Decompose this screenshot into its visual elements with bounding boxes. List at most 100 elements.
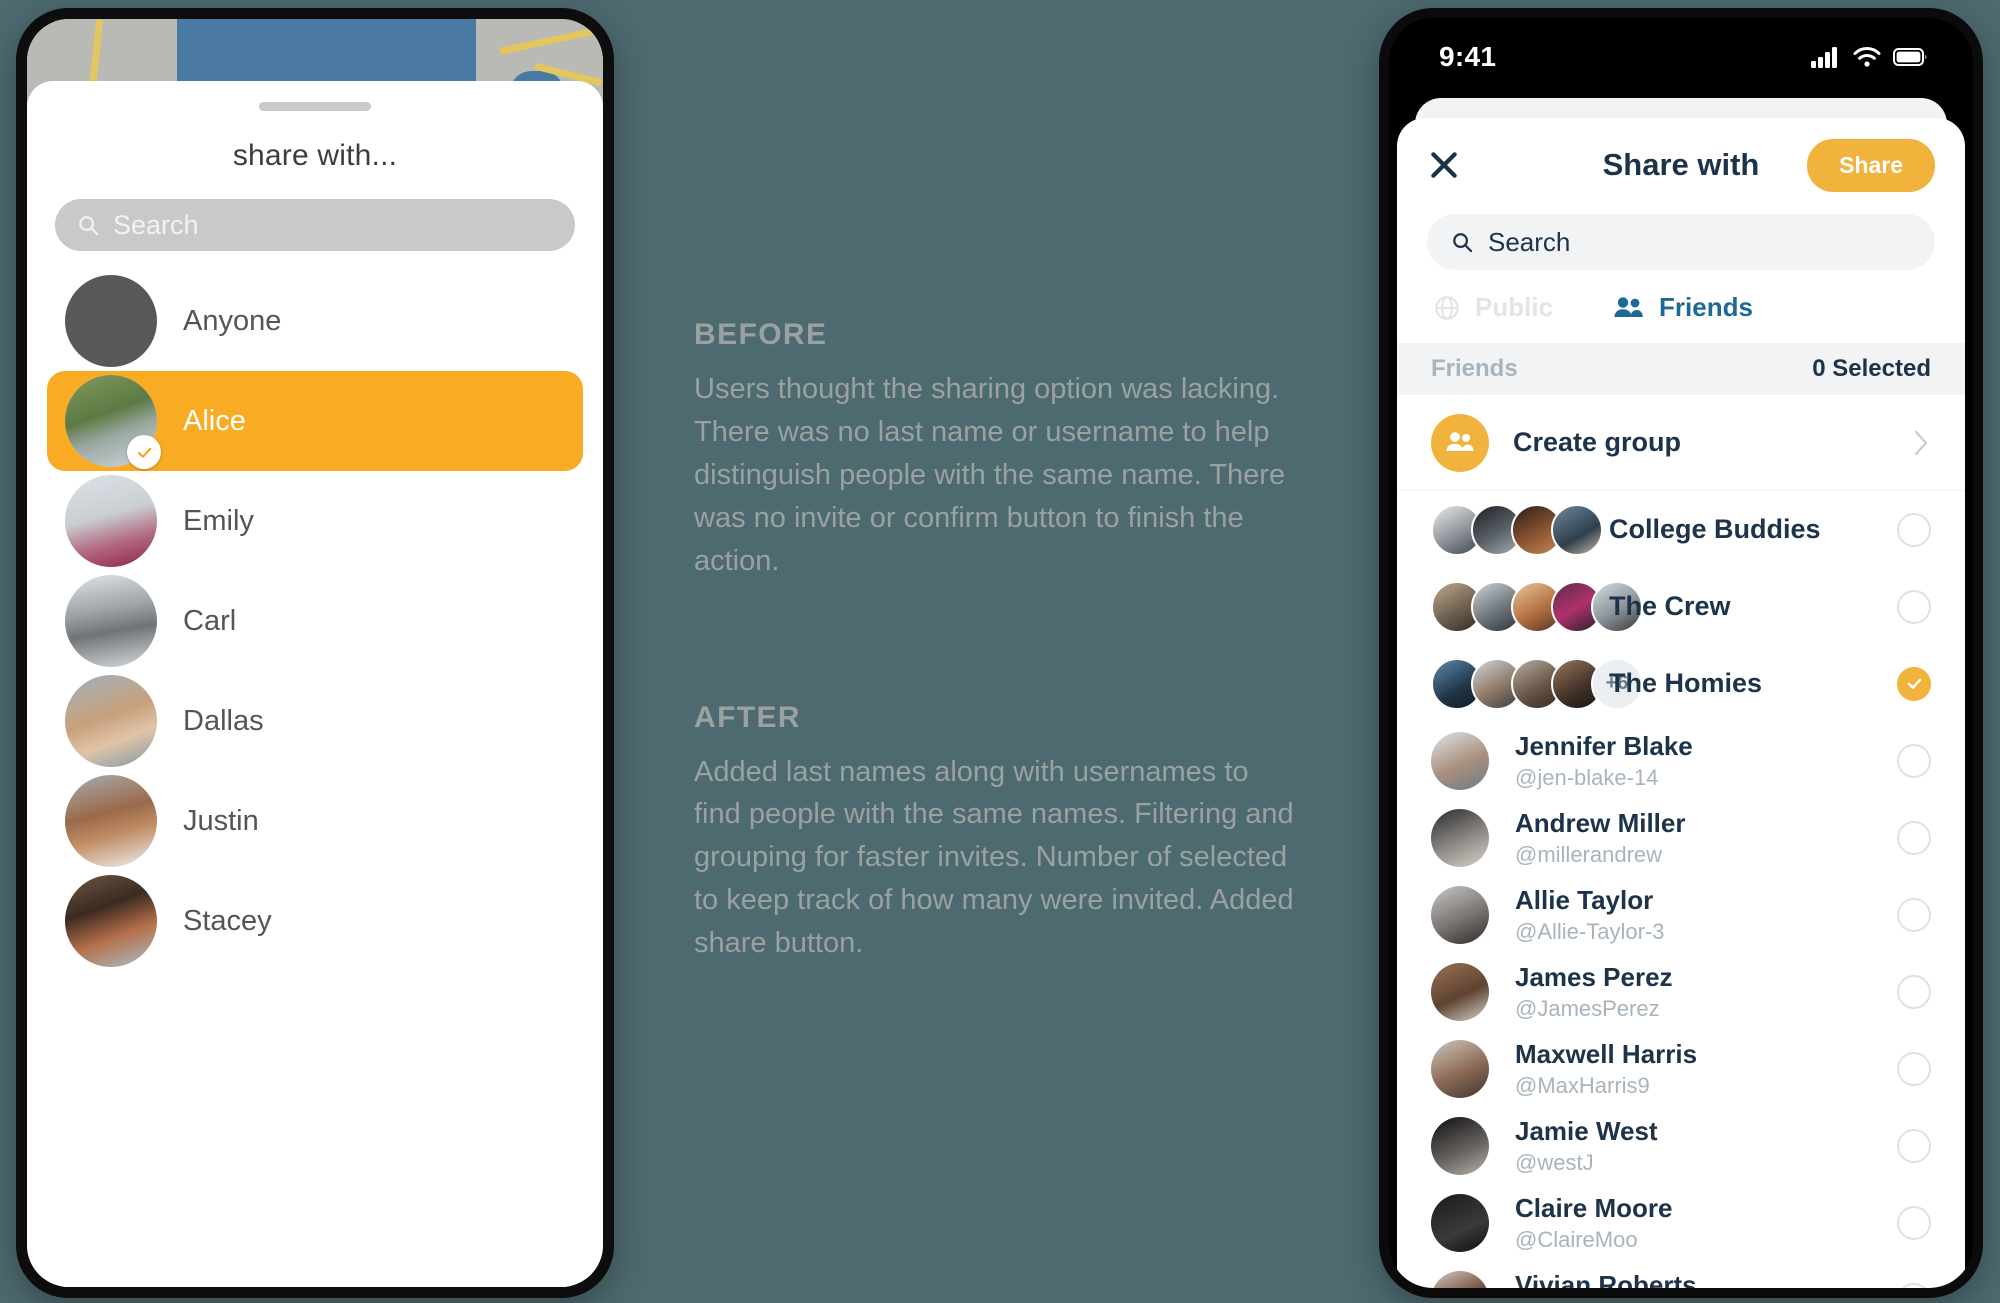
people-icon: [1614, 296, 1643, 317]
list-item[interactable]: Justin: [37, 771, 593, 871]
avatar: [1431, 1116, 1489, 1175]
tab-friends-label: Friends: [1659, 292, 1753, 322]
check-icon: [1907, 678, 1921, 689]
avatar: [1431, 1193, 1489, 1252]
select-radio[interactable]: [1897, 974, 1931, 1009]
avatar: [1551, 503, 1603, 556]
group-name: The Crew: [1609, 591, 1731, 621]
filter-tabs: Public Friends: [1397, 270, 1965, 343]
group-add-glyph: [1446, 431, 1474, 451]
select-radio[interactable]: [1897, 1282, 1931, 1288]
avatar-stack: [1431, 580, 1643, 633]
list-item[interactable]: Alice: [47, 371, 583, 471]
avatar-stack: +6: [1431, 657, 1643, 710]
avatar: [1431, 1039, 1489, 1098]
list-item-label: Stacey: [183, 904, 272, 937]
friend-username: @westJ: [1515, 1149, 1594, 1175]
after-phone-frame: 9:41 Share with Share Search Public Frie…: [1379, 8, 1983, 1298]
friend-row[interactable]: Andrew Miller @millerandrew: [1397, 799, 1965, 876]
friend-username: @jen-blake-14: [1515, 764, 1659, 790]
list-item-label: Justin: [183, 804, 259, 837]
avatar: [1431, 731, 1489, 790]
create-group-row[interactable]: Create group: [1397, 395, 1965, 491]
friend-row[interactable]: Vivian Roberts @VivRoberts: [1397, 1261, 1965, 1288]
friend-username: @ClaireMoo: [1515, 1226, 1638, 1252]
list-item[interactable]: Anyone: [37, 271, 593, 371]
search-placeholder: Search: [1488, 226, 1571, 257]
friend-row[interactable]: James Perez @JamesPerez: [1397, 953, 1965, 1030]
before-heading: BEFORE: [694, 318, 828, 351]
select-radio[interactable]: [1897, 820, 1931, 855]
select-radio[interactable]: [1897, 1128, 1931, 1163]
share-button[interactable]: Share: [1807, 138, 1935, 192]
tab-public-label: Public: [1475, 292, 1554, 322]
select-radio[interactable]: [1897, 589, 1931, 624]
sheet-grabber[interactable]: [259, 102, 371, 111]
list-item[interactable]: Dallas: [37, 671, 593, 771]
avatar: [1431, 962, 1489, 1021]
friend-name: Maxwell Harris: [1515, 1038, 1698, 1069]
select-radio[interactable]: [1897, 897, 1931, 932]
group-row[interactable]: +6 The Homies: [1397, 645, 1965, 722]
dallas-avatar: [65, 675, 157, 767]
search-input[interactable]: Search: [55, 199, 575, 251]
friend-row[interactable]: Jennifer Blake @jen-blake-14: [1397, 722, 1965, 799]
carl-avatar: [65, 575, 157, 667]
justin-avatar: [65, 775, 157, 867]
list-item-label: Alice: [183, 404, 246, 437]
battery-icon: [1893, 48, 1927, 66]
friend-row[interactable]: Jamie West @westJ: [1397, 1107, 1965, 1184]
cellular-signal-icon: [1811, 47, 1837, 68]
friend-row[interactable]: Claire Moore @ClaireMoo: [1397, 1184, 1965, 1261]
before-phone-frame: share with... Search Anyone Alice Emily …: [16, 8, 614, 1298]
list-item[interactable]: Emily: [37, 471, 593, 571]
search-input[interactable]: Search: [1427, 214, 1935, 270]
friend-name: Jamie West: [1515, 1115, 1658, 1146]
friend-username: @MaxHarris9: [1515, 1072, 1650, 1098]
list-item[interactable]: Stacey: [37, 871, 593, 971]
group-name: The Homies: [1609, 668, 1763, 698]
before-phone-screen: share with... Search Anyone Alice Emily …: [27, 19, 603, 1287]
page-title: share with...: [232, 139, 398, 172]
friend-row[interactable]: Maxwell Harris @MaxHarris9: [1397, 1030, 1965, 1107]
select-radio[interactable]: [1897, 666, 1931, 701]
status-bar: 9:41: [1389, 18, 1973, 90]
create-group-label: Create group: [1513, 427, 1682, 457]
select-radio[interactable]: [1897, 1205, 1931, 1240]
status-time: 9:41: [1439, 41, 1497, 72]
select-radio[interactable]: [1897, 1051, 1931, 1086]
friend-username: @millerandrew: [1515, 841, 1663, 867]
friend-username: @Allie-Taylor-3: [1515, 918, 1665, 944]
after-annotation: AFTER Added last names along with userna…: [694, 701, 1294, 966]
check-icon: [137, 447, 151, 458]
share-sheet: share with... Search Anyone Alice Emily …: [27, 81, 603, 1287]
group-row[interactable]: The Crew: [1397, 568, 1965, 645]
wifi-icon: [1853, 47, 1881, 67]
list-item[interactable]: Carl: [37, 571, 593, 671]
search-icon: [1453, 232, 1473, 252]
group-name: College Buddies: [1609, 514, 1821, 544]
selected-count: 0 Selected: [1812, 355, 1931, 382]
group-row[interactable]: College Buddies: [1397, 491, 1965, 568]
emily-avatar: [65, 475, 157, 567]
group-add-icon: [1431, 413, 1489, 472]
avatar: [1431, 808, 1489, 867]
chevron-right-icon: [1914, 430, 1928, 455]
tab-public[interactable]: Public: [1433, 292, 1553, 323]
after-heading: AFTER: [694, 700, 801, 734]
status-icons: [1811, 46, 1929, 68]
search-icon: [79, 215, 99, 235]
select-radio[interactable]: [1897, 743, 1931, 778]
after-body: Added last names along with usernames to…: [694, 755, 1294, 960]
select-radio[interactable]: [1897, 512, 1931, 547]
list-item-label: Carl: [183, 604, 237, 637]
friend-row[interactable]: Allie Taylor @Allie-Taylor-3: [1397, 876, 1965, 953]
before-annotation: BEFORE Users thought the sharing option …: [694, 318, 1294, 583]
search-placeholder: Search: [113, 209, 199, 240]
share-sheet: Share with Share Search Public Friends F…: [1397, 118, 1965, 1288]
tab-friends[interactable]: Friends: [1613, 292, 1753, 323]
avatar: [1431, 885, 1489, 944]
friend-name: Allie Taylor: [1515, 884, 1654, 915]
before-people-list: Anyone Alice Emily Carl Dallas Justin St…: [27, 271, 603, 971]
friend-name: Andrew Miller: [1515, 807, 1686, 838]
